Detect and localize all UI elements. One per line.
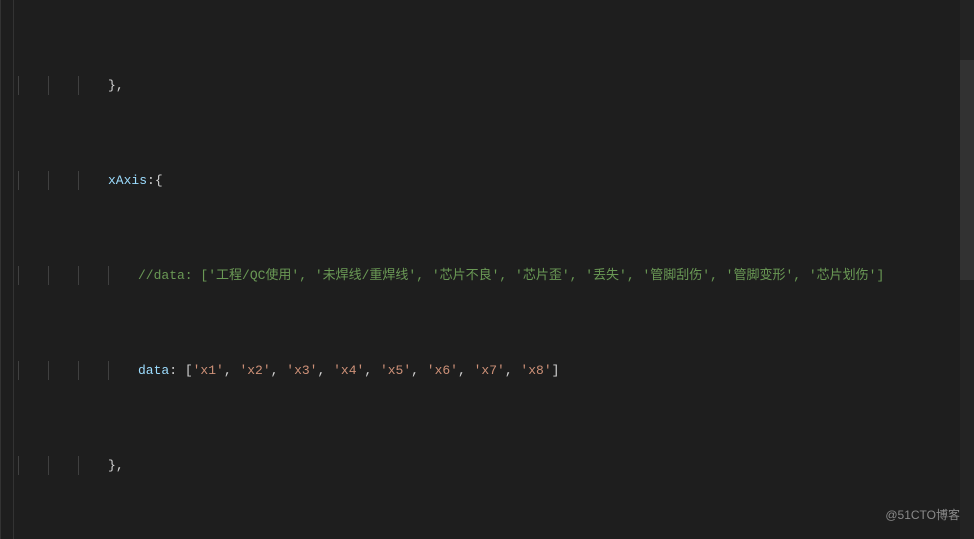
vertical-scrollbar[interactable] [960, 0, 974, 539]
gutter [0, 0, 14, 539]
watermark: @51CTO博客 [885, 506, 960, 525]
code-line: data: [ 'x1', 'x2', 'x3', 'x4', 'x5', 'x… [18, 361, 974, 380]
code-line: }, [18, 76, 974, 95]
scroll-thumb[interactable] [960, 60, 974, 280]
code-line: }, [18, 456, 974, 475]
code-line: xAxis:{ [18, 171, 974, 190]
code-area[interactable]: }, xAxis:{ //data: ['工程/QC使用', '未焊线/重焊线'… [14, 0, 974, 539]
code-editor[interactable]: }, xAxis:{ //data: ['工程/QC使用', '未焊线/重焊线'… [0, 0, 974, 539]
code-line: //data: ['工程/QC使用', '未焊线/重焊线', '芯片不良', '… [18, 266, 974, 285]
